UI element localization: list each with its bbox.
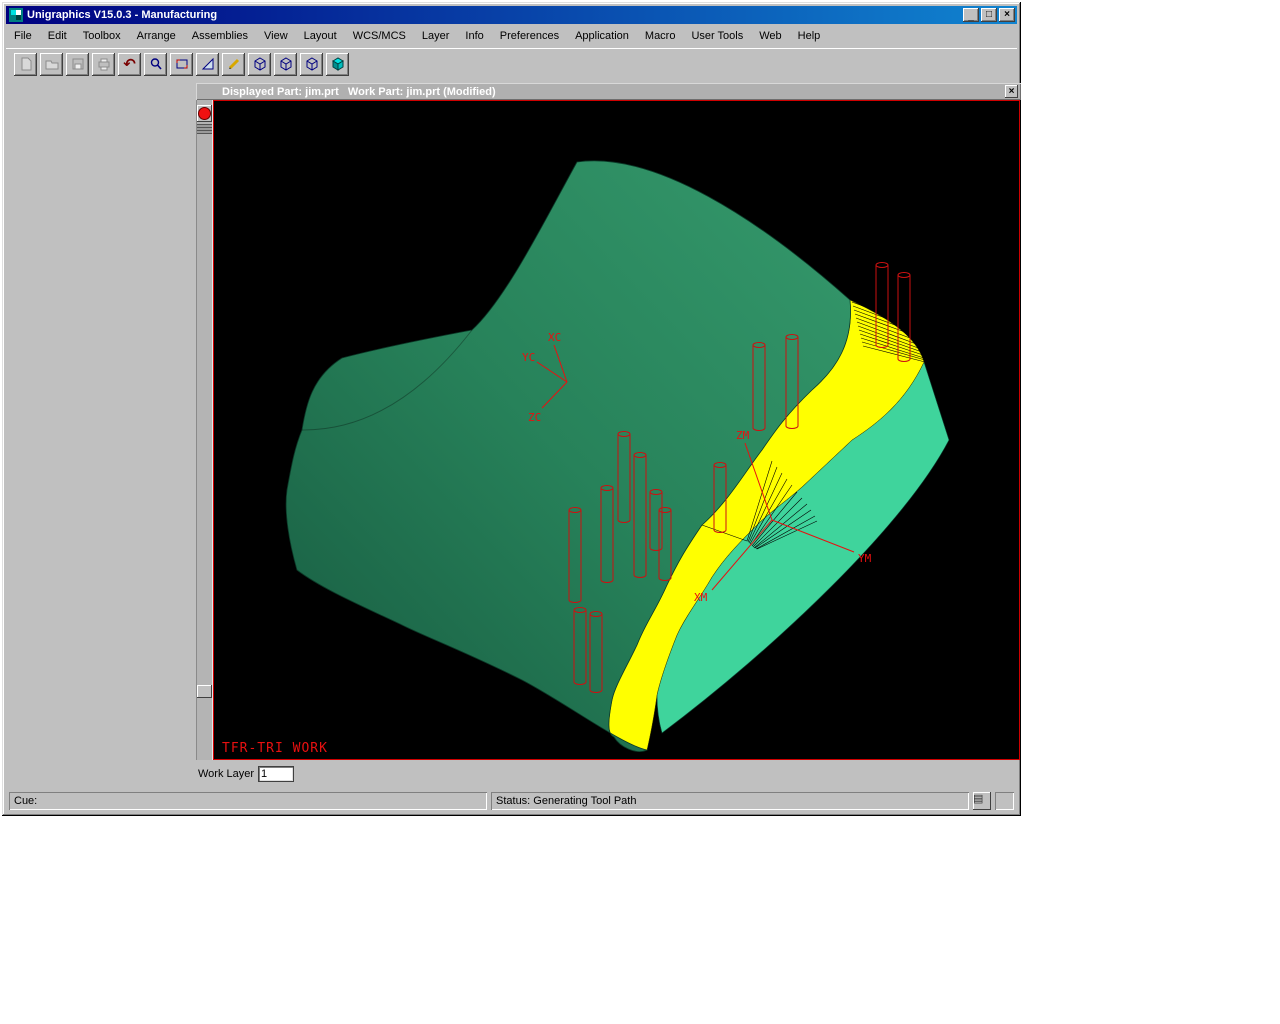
menu-view[interactable]: View	[256, 28, 296, 44]
new-part-button[interactable]	[14, 53, 37, 76]
axis-label-yc: YC	[522, 351, 535, 364]
menu-help[interactable]: Help	[790, 28, 829, 44]
fit-window-icon	[175, 57, 189, 71]
graphics-viewport[interactable]: XC YC ZC ZM YM XM TFR-TRI WORK	[213, 100, 1020, 760]
view-cube-shaded-button[interactable]	[326, 53, 349, 76]
status-panel: Status: Generating Tool Path	[491, 792, 969, 810]
view-cube-wireframe-3-button[interactable]	[300, 53, 323, 76]
app-icon	[9, 8, 23, 22]
work-layer-input[interactable]	[259, 767, 293, 781]
view-cube-wireframe-2-button[interactable]	[274, 53, 297, 76]
pencil-icon	[227, 57, 241, 71]
scrollbar-hatch	[197, 124, 212, 134]
open-part-button[interactable]	[40, 53, 63, 76]
menu-file[interactable]: File	[6, 28, 40, 44]
axis-label-zc: ZC	[528, 411, 541, 424]
menu-user-tools[interactable]: User Tools	[683, 28, 751, 44]
menu-edit[interactable]: Edit	[40, 28, 75, 44]
menu-toolbox[interactable]: Toolbox	[75, 28, 129, 44]
graphics-window-header[interactable]: Displayed Part: jim.prt Work Part: jim.p…	[196, 83, 1021, 100]
drafting-button[interactable]	[196, 53, 219, 76]
menu-macro[interactable]: Macro	[637, 28, 684, 44]
title-bar[interactable]: Unigraphics V15.0.3 - Manufacturing _ □ …	[6, 6, 1017, 24]
save-disk-icon	[71, 57, 85, 71]
cue-text: Cue:	[14, 795, 37, 807]
view-annotation: TFR-TRI WORK	[222, 741, 328, 756]
new-document-icon	[19, 57, 33, 71]
status-log-button[interactable]: ▤	[973, 792, 991, 810]
view-cube-wireframe-1-button[interactable]	[248, 53, 271, 76]
menu-application[interactable]: Application	[567, 28, 637, 44]
scrollbar-thumb[interactable]	[197, 685, 212, 698]
cue-panel: Cue:	[9, 792, 487, 810]
menu-preferences[interactable]: Preferences	[492, 28, 567, 44]
graphics-window-close-button[interactable]: ×	[1005, 85, 1018, 98]
status-spacer-panel	[995, 792, 1014, 810]
cube-shaded-icon	[331, 57, 345, 71]
menu-info[interactable]: Info	[457, 28, 491, 44]
zoom-view-button[interactable]	[144, 53, 167, 76]
window-title: Unigraphics V15.0.3 - Manufacturing	[27, 9, 961, 21]
axis-label-xm: XM	[694, 591, 708, 604]
fit-view-button[interactable]	[170, 53, 193, 76]
work-layer-row: Work Layer	[198, 765, 293, 783]
view-rotate-button[interactable]	[197, 105, 212, 122]
print-button[interactable]	[92, 53, 115, 76]
status-bar: Cue: Status: Generating Tool Path ▤	[6, 790, 1017, 812]
status-text: Status: Generating Tool Path	[496, 795, 636, 807]
menu-web[interactable]: Web	[751, 28, 789, 44]
save-part-button[interactable]	[66, 53, 89, 76]
open-folder-icon	[45, 57, 59, 71]
triangle-ruler-icon	[201, 57, 215, 71]
axis-label-zm: ZM	[736, 429, 750, 442]
menu-layout[interactable]: Layout	[296, 28, 345, 44]
red-dot-icon	[198, 107, 211, 120]
axis-label-ym: YM	[858, 552, 872, 565]
undo-button[interactable]: ↶	[118, 53, 141, 76]
minimize-button[interactable]: _	[963, 8, 979, 22]
cube-wireframe-icon	[305, 57, 319, 71]
unigraphics-window: Unigraphics V15.0.3 - Manufacturing _ □ …	[2, 2, 1021, 816]
graphics-scrollbar[interactable]	[196, 100, 213, 760]
cube-wireframe-icon	[253, 57, 267, 71]
menu-wcs-mcs[interactable]: WCS/MCS	[345, 28, 414, 44]
close-button[interactable]: ×	[999, 8, 1015, 22]
maximize-button[interactable]: □	[981, 8, 997, 22]
work-layer-label: Work Layer	[198, 768, 254, 780]
sketch-button[interactable]	[222, 53, 245, 76]
cad-scene: XC YC ZC ZM YM XM	[214, 101, 1019, 759]
scroll-icon: ▤	[973, 793, 983, 805]
menu-assemblies[interactable]: Assemblies	[184, 28, 256, 44]
toolbar: ↶	[6, 48, 1017, 79]
menu-layer[interactable]: Layer	[414, 28, 458, 44]
menu-arrange[interactable]: Arrange	[129, 28, 184, 44]
undo-icon: ↶	[123, 55, 136, 73]
magnifier-icon	[149, 57, 163, 71]
graphics-window-title: Displayed Part: jim.prt Work Part: jim.p…	[222, 86, 1005, 98]
printer-icon	[97, 57, 111, 71]
cube-wireframe-icon	[279, 57, 293, 71]
menu-bar: File Edit Toolbox Arrange Assemblies Vie…	[6, 26, 1017, 46]
axis-label-xc: XC	[548, 331, 561, 344]
